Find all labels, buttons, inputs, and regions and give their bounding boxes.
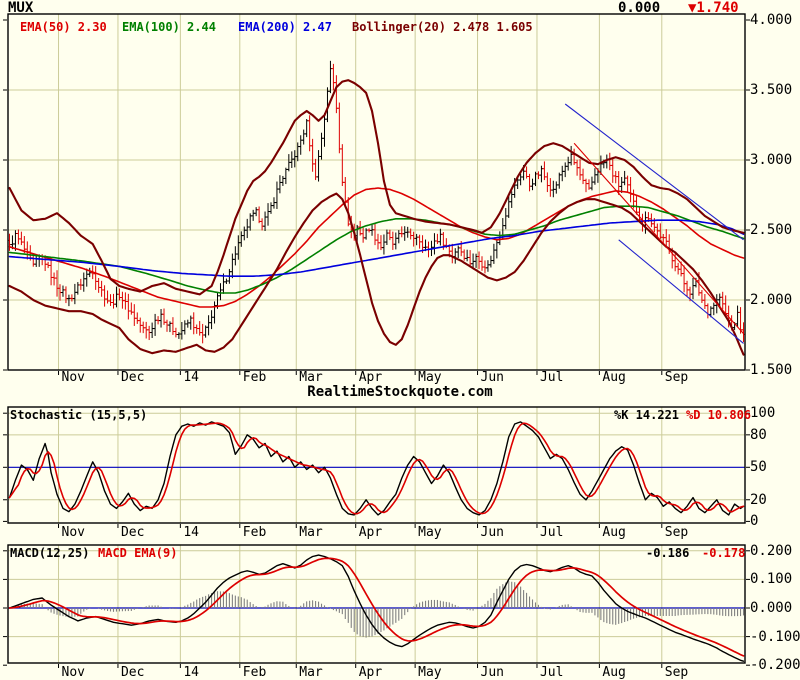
price-y-axis-label: 2.500	[750, 222, 793, 238]
legend-ema200: EMA(200) 2.47	[238, 20, 332, 34]
x-axis-label: Aug	[602, 665, 626, 680]
stoch-y-axis-label: 50	[750, 459, 767, 476]
x-axis-label: Sep	[664, 370, 689, 385]
trend-line	[618, 239, 744, 344]
stochastic-d-value: %D 10.806	[686, 408, 752, 422]
ema100-line	[8, 205, 745, 294]
x-axis-label: Feb	[242, 665, 267, 680]
macd-y-axis-label: 0.100	[750, 571, 793, 588]
symbol-title: MUX	[8, 0, 34, 16]
macd-signal-value: -0.178	[702, 546, 746, 560]
price-y-axis-label: 2.000	[750, 292, 793, 308]
x-axis-label: Aug	[602, 525, 626, 540]
price-y-axis-label: 3.000	[750, 152, 793, 168]
stock-chart-page: MUX 0.000 ▼1.740 EMA(50) 2.30 EMA(100) 2…	[0, 0, 800, 680]
legend-bollinger: Bollinger(20) 2.478 1.605	[352, 20, 533, 34]
stoch-y-axis-label: 20	[750, 491, 767, 508]
x-axis-label: Feb	[242, 525, 267, 540]
x-axis-label: Apr	[358, 525, 383, 540]
macd-signal-title: MACD EMA(9)	[98, 546, 178, 560]
stoch-y-axis-label: 100	[750, 405, 776, 422]
x-axis-label: Mar	[299, 525, 323, 540]
macd-title: MACD(12,25)	[10, 546, 90, 560]
x-axis-label: Jun	[480, 665, 505, 680]
macd-y-axis-label: 0.200	[750, 542, 793, 559]
x-axis-label: Sep	[664, 525, 689, 540]
macd-y-axis-label: -0.100	[750, 628, 800, 645]
x-axis-label: Nov	[61, 370, 85, 385]
x-axis-label: Nov	[61, 525, 85, 540]
x-axis-label: May	[418, 525, 442, 540]
x-axis-label: Dec	[120, 525, 145, 540]
price-delta-down: ▼1.740	[688, 0, 739, 16]
x-axis-label: Jul	[539, 525, 564, 540]
x-axis-label: Mar	[299, 665, 323, 680]
bollinger-upper-line	[8, 79, 745, 296]
x-axis-label: May	[418, 370, 442, 385]
x-axis-label: 14	[183, 525, 200, 540]
x-axis-label: May	[418, 665, 442, 680]
x-axis-label: Apr	[358, 665, 383, 680]
price-y-axis-label: 3.500	[750, 82, 793, 98]
x-axis-label: Jun	[480, 370, 505, 385]
x-axis-label: 14	[183, 665, 200, 680]
macd-panel-border	[7, 544, 746, 664]
x-axis-label: Jul	[539, 665, 564, 680]
x-axis-label: 14	[183, 370, 200, 385]
x-axis-label: Aug	[602, 370, 626, 385]
bollinger-lower-line	[8, 192, 745, 356]
x-axis-label: Jun	[480, 525, 505, 540]
stochastic-title: Stochastic (15,5,5)	[10, 408, 148, 422]
watermark: RealtimeStockquote.com	[307, 384, 493, 400]
change-value: 0.000	[618, 0, 661, 16]
ema200-line	[8, 219, 745, 278]
stochastic-k-value: %K 14.221	[614, 408, 680, 422]
x-axis-label: Sep	[664, 665, 689, 680]
chart-canvas	[3, 13, 750, 668]
x-axis-label: Dec	[120, 665, 145, 680]
price-y-axis-label: 1.500	[750, 362, 793, 378]
price-y-axis-label: 4.000	[750, 12, 793, 28]
macd-y-axis-label: -0.200	[750, 657, 800, 674]
x-axis-label: Feb	[242, 370, 267, 385]
x-axis-label: Nov	[61, 665, 85, 680]
legend-ema50: EMA(50) 2.30	[20, 20, 107, 34]
x-axis-label: Jul	[539, 370, 564, 385]
macd-y-axis-label: 0.000	[750, 600, 793, 616]
stoch-k-line	[8, 421, 745, 516]
x-axis-label: Apr	[358, 370, 383, 385]
legend-ema100: EMA(100) 2.44	[122, 20, 216, 34]
macd-signal-line	[8, 557, 745, 657]
x-axis-label: Dec	[120, 370, 145, 385]
stoch-y-axis-label: 80	[750, 426, 767, 443]
x-axis-label: Mar	[299, 370, 323, 385]
macd-value: -0.186	[646, 546, 690, 560]
stoch-y-axis-label: 0	[750, 513, 759, 530]
